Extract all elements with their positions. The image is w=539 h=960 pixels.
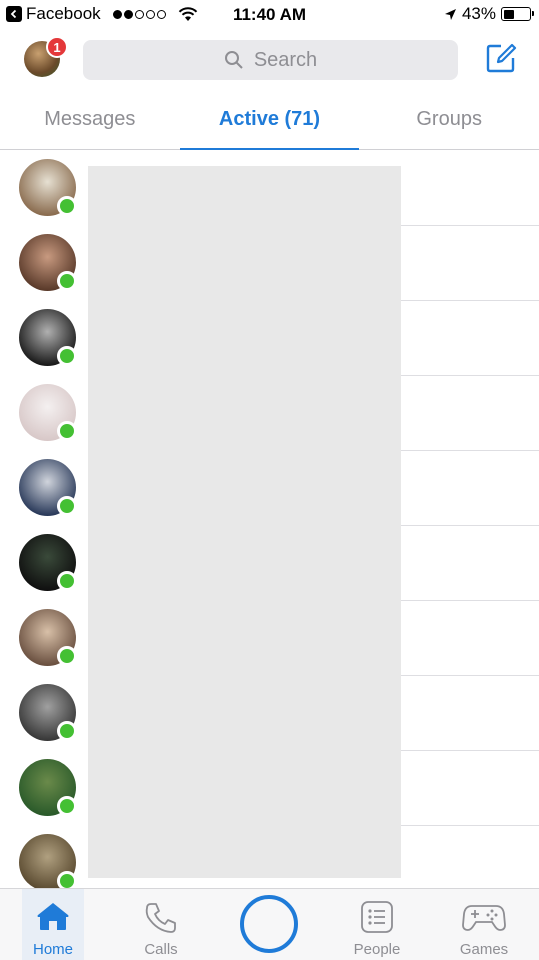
home-icon (37, 903, 69, 930)
tab-home[interactable]: Home (3, 888, 103, 960)
online-indicator (57, 646, 77, 666)
online-indicator (57, 271, 77, 291)
search-placeholder: Search (253, 48, 318, 71)
compose-icon[interactable] (485, 42, 517, 74)
tab-calls[interactable]: Calls (111, 888, 211, 960)
top-tabs: Messages Active (71) Groups (0, 90, 539, 150)
tab-calls-label: Calls (144, 941, 178, 958)
camera-button[interactable] (240, 895, 298, 953)
search-icon (224, 51, 243, 69)
gamepad-icon (462, 905, 506, 931)
search-bar[interactable]: Search (83, 40, 458, 80)
location-arrow-icon (444, 8, 456, 20)
tab-people-label: People (353, 941, 401, 958)
tab-games-label: Games (459, 941, 509, 958)
battery-icon (501, 7, 534, 21)
tab-messages[interactable]: Messages (0, 90, 180, 149)
header: 1 Search (0, 30, 539, 90)
online-indicator (57, 196, 77, 216)
online-indicator (57, 796, 77, 816)
tab-home-label: Home (32, 941, 73, 958)
online-indicator (57, 871, 77, 888)
online-indicator (57, 346, 77, 366)
status-bar-right: 43% (444, 4, 534, 24)
tab-people[interactable]: People (327, 888, 427, 960)
online-indicator (57, 421, 77, 441)
online-indicator (57, 496, 77, 516)
redacted-names-overlay (88, 166, 401, 878)
phone-icon (145, 903, 176, 933)
notification-badge: 1 (46, 36, 68, 58)
online-indicator (57, 571, 77, 591)
tab-active[interactable]: Active (71) (179, 90, 360, 150)
battery-percent: 43% (461, 4, 496, 23)
tab-groups[interactable]: Groups (359, 90, 539, 149)
status-bar: Facebook 11:40 AM 43% (0, 0, 539, 30)
online-indicator (57, 721, 77, 741)
people-list-icon (361, 901, 393, 933)
tab-games[interactable]: Games (434, 888, 534, 960)
